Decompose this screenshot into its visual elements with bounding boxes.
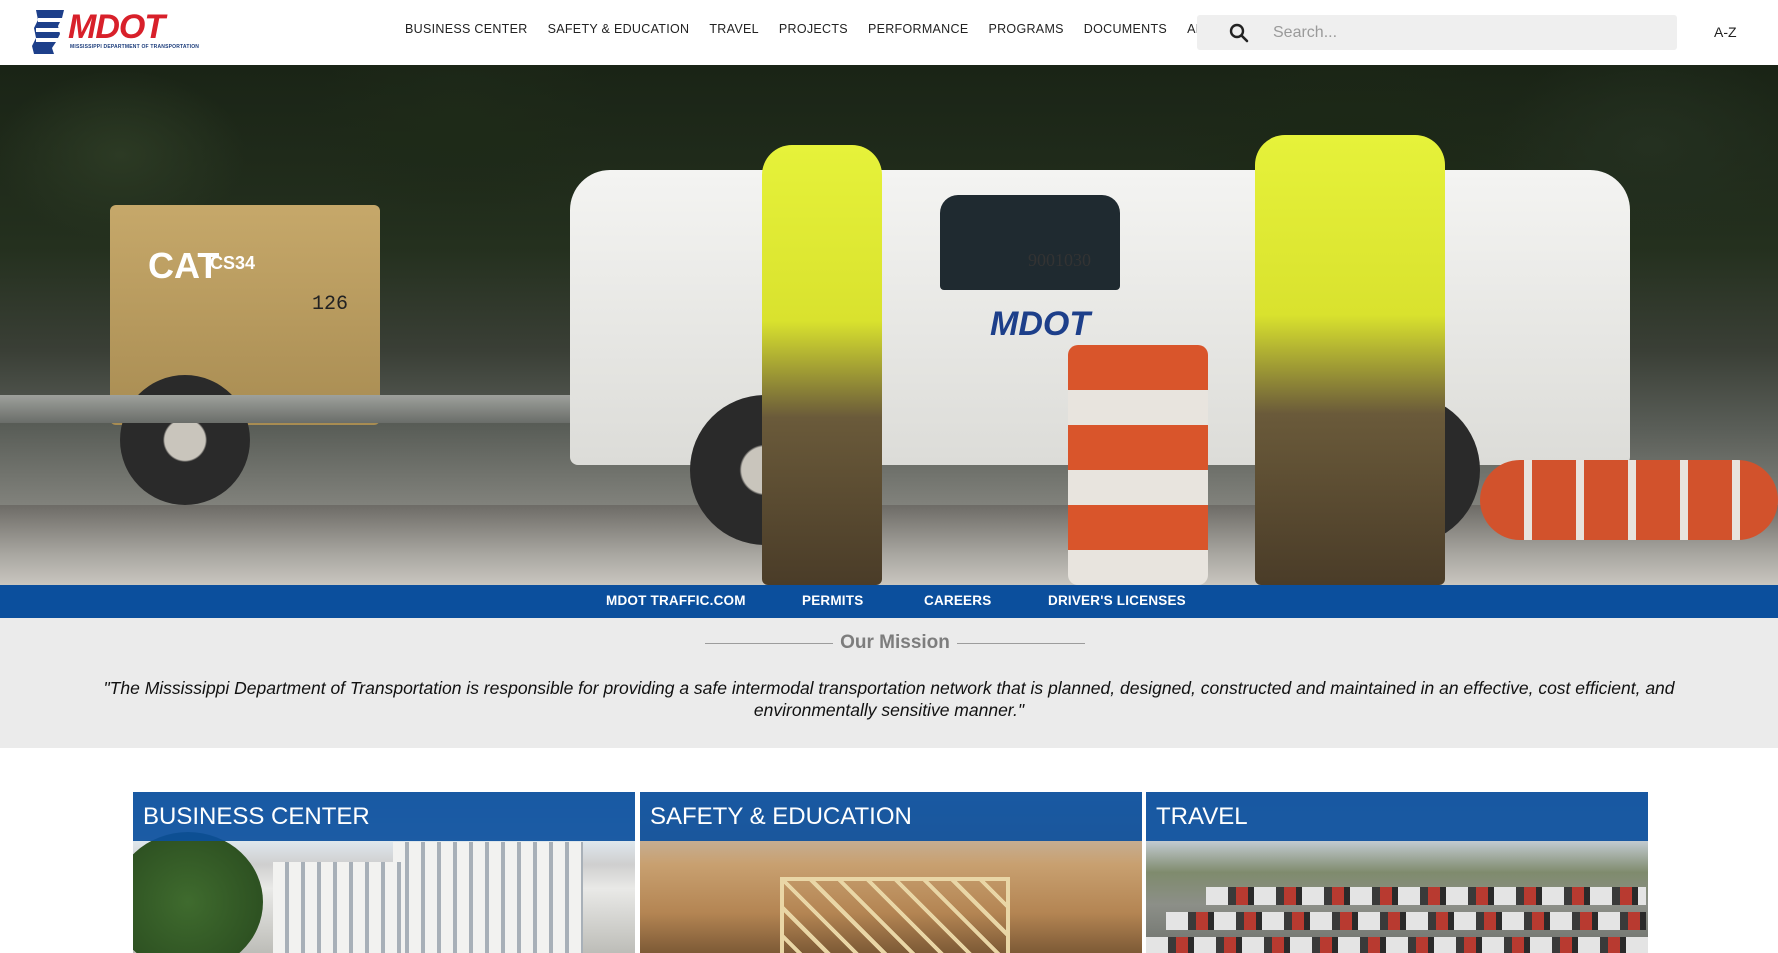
nav-performance[interactable]: PERFORMANCE [868,22,969,36]
nav-safety-education[interactable]: SAFETY & EDUCATION [548,22,690,36]
mission-heading: Our Mission [705,630,1086,656]
quick-link-mdot-traffic[interactable]: MDOT TRAFFIC.COM [606,593,746,608]
quick-link-drivers-licenses[interactable]: DRIVER'S LICENSES [1048,593,1186,608]
nav-documents[interactable]: DOCUMENTS [1084,22,1167,36]
mission-section: Our Mission "The Mississippi Department … [0,618,1778,748]
quick-link-careers[interactable]: CAREERS [924,593,991,608]
search-box [1197,15,1677,50]
nav-projects[interactable]: PROJECTS [779,22,848,36]
divider-right [956,642,1086,644]
guardrail [0,395,640,423]
mdot-logo[interactable]: MDOT MISSISSIPPI DEPARTMENT OF TRANSPORT… [30,6,199,56]
worker-left [762,145,882,585]
card-title: BUSINESS CENTER [143,803,370,830]
mission-statement: "The Mississippi Department of Transport… [103,678,1675,720]
quick-link-permits[interactable]: PERMITS [802,593,863,608]
main-nav: BUSINESS CENTER SAFETY & EDUCATION TRAVE… [405,22,1252,36]
mississippi-state-icon [32,10,64,54]
traffic-barrels [1480,460,1778,540]
card-title: SAFETY & EDUCATION [650,803,912,830]
compressor-brand: CAT [148,245,220,286]
logo-subtext: MISSISSIPPI DEPARTMENT OF TRANSPORTATION [70,44,200,50]
card-travel[interactable]: TRAVEL [1146,792,1648,953]
worker-right [1255,135,1445,585]
nav-travel[interactable]: TRAVEL [709,22,759,36]
nav-business-center[interactable]: BUSINESS CENTER [405,22,528,36]
mission-title: Our Mission [840,632,950,653]
compressor-model: CS34 [210,253,256,273]
traffic-barrel [1068,345,1208,585]
card-safety-education[interactable]: SAFETY & EDUCATION [640,792,1142,953]
logo-wordmark: MDOT [68,8,165,46]
truck-window [940,195,1120,290]
card-title: TRAVEL [1156,803,1248,830]
nav-programs[interactable]: PROGRAMS [988,22,1063,36]
search-icon[interactable] [1217,15,1261,50]
search-input[interactable] [1261,15,1641,50]
hero-image: CAT CS34 126 9001030 MDOT [0,65,1778,585]
truck-number: 9001030 [1028,250,1091,270]
site-header: MDOT MISSISSIPPI DEPARTMENT OF TRANSPORT… [0,0,1778,65]
truck-logo: MDOT [990,305,1091,343]
quick-links-bar: MDOT TRAFFIC.COM PERMITS CAREERS DRIVER'… [0,585,1778,618]
a-z-link[interactable]: A-Z [1714,24,1737,40]
compressor-number: 126 [312,293,349,316]
card-business-center[interactable]: BUSINESS CENTER [133,792,635,953]
divider-left [705,642,834,644]
